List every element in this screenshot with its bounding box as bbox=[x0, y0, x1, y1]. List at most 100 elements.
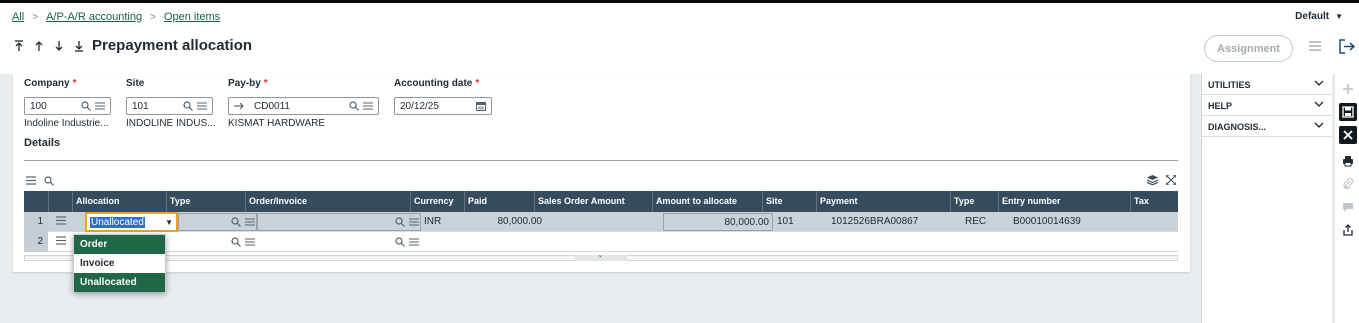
chevron-down-icon[interactable]: ⌄ bbox=[597, 250, 604, 259]
site-description: INDOLINE INDUS... bbox=[126, 118, 216, 129]
accounting-date-field: Accounting date * 20/12/25 bbox=[394, 78, 492, 115]
header-sales-order-amount[interactable]: Sales Order Amount bbox=[534, 191, 652, 212]
header-paid[interactable]: Paid bbox=[464, 191, 534, 212]
layers-icon[interactable] bbox=[1146, 175, 1159, 188]
accounting-date-input[interactable]: 20/12/25 bbox=[394, 97, 492, 115]
default-selector-label: Default bbox=[1295, 11, 1330, 22]
list-menu-icon[interactable] bbox=[245, 217, 255, 227]
header-allocation[interactable]: Allocation bbox=[72, 191, 166, 212]
add-icon[interactable] bbox=[1339, 80, 1357, 98]
attachment-icon[interactable] bbox=[1339, 175, 1357, 193]
header-type-2[interactable]: Type bbox=[950, 191, 998, 212]
tax-cell bbox=[1142, 212, 1178, 232]
calendar-icon[interactable] bbox=[476, 101, 486, 111]
main-card: Company * 100 Indoline Industrie... Site … bbox=[13, 74, 1190, 272]
header-payment[interactable]: Payment bbox=[816, 191, 950, 212]
section-utilities[interactable]: UTILITIES bbox=[1202, 74, 1332, 95]
header-amount-to-allocate[interactable]: Amount to allocate bbox=[652, 191, 762, 212]
site-field: Site 101 INDOLINE INDUS... bbox=[126, 78, 215, 129]
accounting-date-label: Accounting date * bbox=[394, 78, 480, 89]
search-icon[interactable] bbox=[349, 101, 359, 111]
entry-number-cell: B00010014639 bbox=[1013, 216, 1081, 227]
grid-tools-left bbox=[26, 176, 54, 189]
list-menu-icon[interactable] bbox=[95, 101, 105, 111]
search-icon[interactable] bbox=[183, 101, 193, 111]
dropdown-option-invoice[interactable]: Invoice bbox=[74, 254, 165, 273]
grid-tools-right bbox=[1146, 174, 1177, 188]
search-icon[interactable] bbox=[231, 237, 241, 247]
search-icon[interactable] bbox=[231, 217, 241, 227]
chevron-down-icon bbox=[1314, 121, 1324, 131]
header-site[interactable]: Site bbox=[762, 191, 816, 212]
section-help[interactable]: HELP bbox=[1202, 95, 1332, 116]
hamburger-menu-icon[interactable] bbox=[1309, 41, 1321, 54]
payby-label: Pay-by * bbox=[228, 78, 268, 89]
header-entry-number[interactable]: Entry number bbox=[998, 191, 1130, 212]
exit-icon[interactable] bbox=[1339, 39, 1356, 57]
grid-menu-icon[interactable] bbox=[26, 176, 36, 189]
dropdown-option-unallocated[interactable]: Unallocated bbox=[74, 273, 165, 292]
payby-field: Pay-by * CD0011 KISMAT HARDWARE bbox=[228, 78, 379, 129]
allocation-select[interactable]: Unallocated ▼ bbox=[85, 212, 178, 232]
list-menu-icon[interactable] bbox=[245, 237, 255, 247]
sales-order-amount-cell bbox=[545, 212, 663, 232]
list-menu-icon[interactable] bbox=[363, 101, 373, 111]
list-menu-icon[interactable] bbox=[409, 237, 419, 247]
dropdown-option-order[interactable]: Order bbox=[74, 235, 165, 254]
default-selector[interactable]: Default ▼ bbox=[1295, 11, 1343, 22]
chevron-down-icon bbox=[1314, 79, 1324, 89]
breadcrumb-all[interactable]: All bbox=[12, 11, 24, 23]
details-grid: Allocation Type Order/Invoice Currency P… bbox=[24, 191, 1178, 252]
comment-icon[interactable] bbox=[1339, 198, 1357, 216]
site-input[interactable]: 101 bbox=[126, 97, 213, 115]
header-order-invoice[interactable]: Order/Invoice bbox=[245, 191, 410, 212]
grid-search-icon[interactable] bbox=[44, 176, 54, 189]
paid-cell: 80,000.00 bbox=[497, 216, 543, 227]
page-header: All > A/P-A/R accounting > Open items De… bbox=[0, 3, 1359, 74]
first-record-icon[interactable] bbox=[13, 39, 25, 53]
payment-cell: 1012526BRA00867 bbox=[831, 216, 919, 227]
header-currency[interactable]: Currency bbox=[410, 191, 464, 212]
search-icon[interactable] bbox=[81, 101, 91, 111]
amount-to-allocate-input[interactable]: 80,000.00 bbox=[663, 213, 773, 231]
previous-record-icon[interactable] bbox=[33, 39, 45, 53]
company-label: Company * bbox=[24, 78, 77, 89]
search-icon[interactable] bbox=[395, 217, 405, 227]
details-divider bbox=[24, 160, 1178, 161]
close-icon[interactable] bbox=[1339, 126, 1357, 144]
breadcrumb-separator-icon: > bbox=[32, 11, 39, 23]
row-menu-icon[interactable] bbox=[48, 232, 72, 252]
arrow-right-icon[interactable] bbox=[234, 101, 244, 111]
page-title: Prepayment allocation bbox=[92, 37, 253, 54]
section-diagnosis[interactable]: DIAGNOSIS... bbox=[1202, 116, 1332, 137]
breadcrumb-ap-ar-accounting[interactable]: A/P-A/R accounting bbox=[46, 11, 142, 23]
share-export-icon[interactable] bbox=[1339, 221, 1357, 239]
right-action-rail bbox=[1334, 74, 1359, 323]
record-navigation bbox=[13, 39, 85, 53]
save-icon[interactable] bbox=[1339, 103, 1357, 121]
company-field: Company * 100 Indoline Industrie... bbox=[24, 78, 111, 129]
list-menu-icon[interactable] bbox=[197, 101, 207, 111]
company-input[interactable]: 100 bbox=[24, 97, 111, 115]
next-record-icon[interactable] bbox=[53, 39, 65, 53]
list-menu-icon[interactable] bbox=[409, 217, 419, 227]
breadcrumb-open-items[interactable]: Open items bbox=[164, 11, 220, 23]
expand-icon[interactable] bbox=[1165, 174, 1177, 188]
row-menu-icon[interactable] bbox=[48, 212, 72, 232]
last-record-icon[interactable] bbox=[73, 39, 85, 53]
table-row[interactable]: 1 Unallocated ▼ INR 80,000.00 80,000.00 … bbox=[24, 212, 1178, 232]
section-help-label: HELP bbox=[1208, 101, 1233, 111]
caret-down-icon[interactable]: ▼ bbox=[165, 218, 173, 227]
row-number: 2 bbox=[24, 232, 48, 252]
payby-input[interactable]: CD0011 bbox=[228, 97, 379, 115]
assignment-button[interactable]: Assignment bbox=[1204, 35, 1293, 62]
breadcrumb: All > A/P-A/R accounting > Open items bbox=[12, 11, 220, 23]
header-tax[interactable]: Tax bbox=[1130, 191, 1178, 212]
header-type[interactable]: Type bbox=[166, 191, 245, 212]
table-row[interactable]: 2 bbox=[24, 232, 1178, 252]
breadcrumb-separator-icon: > bbox=[150, 11, 156, 23]
payby-description: KISMAT HARDWARE bbox=[228, 118, 326, 129]
print-icon[interactable] bbox=[1339, 152, 1357, 170]
search-icon[interactable] bbox=[395, 237, 405, 247]
chevron-down-icon bbox=[1314, 100, 1324, 110]
